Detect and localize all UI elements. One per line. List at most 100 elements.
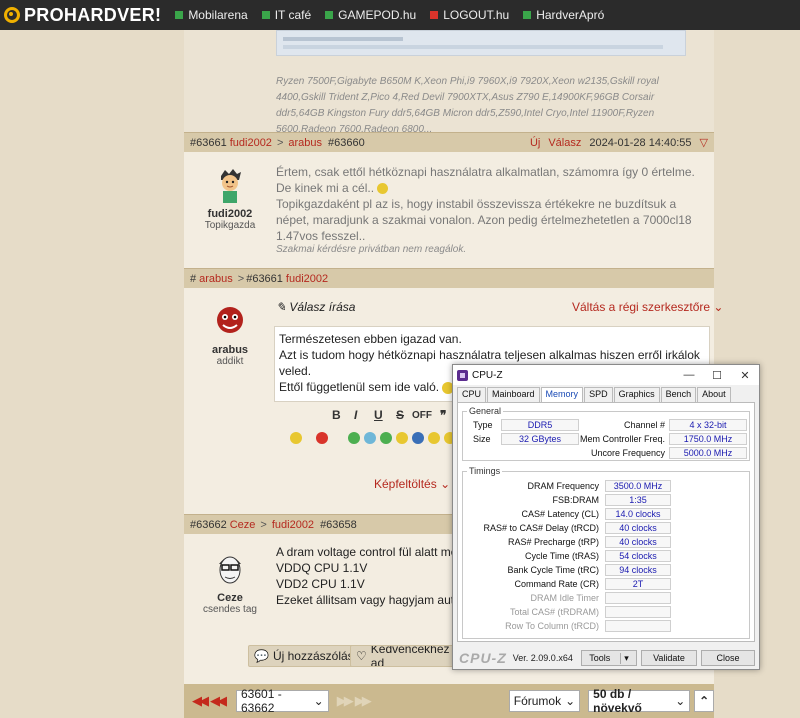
chevron-down-icon[interactable]: ▽ bbox=[700, 136, 708, 149]
reply-user: arabus addikt bbox=[184, 302, 276, 367]
timing-label: FSB:DRAM bbox=[552, 495, 599, 505]
nav-link-itcafe[interactable]: IT café bbox=[261, 8, 311, 22]
alien-smiley-icon[interactable] bbox=[348, 432, 360, 444]
first-page-icon[interactable]: ◀◀ bbox=[192, 693, 209, 709]
timing-value: 1:35 bbox=[605, 494, 671, 506]
post-number[interactable]: #63662 bbox=[190, 519, 227, 531]
smiley-icon[interactable] bbox=[428, 432, 440, 444]
reply-to-link[interactable]: fudi2002 bbox=[272, 519, 314, 531]
channel-label: Channel # bbox=[623, 420, 665, 430]
minimize-icon[interactable]: — bbox=[675, 369, 703, 382]
username[interactable]: arabus bbox=[184, 344, 276, 356]
chevron-down-icon: ⌄ bbox=[713, 300, 724, 314]
post-author-link[interactable]: Ceze bbox=[230, 519, 256, 531]
avatar[interactable] bbox=[213, 302, 247, 342]
forum-select[interactable]: Fórumok ⌄ bbox=[508, 690, 581, 712]
user-title: addikt bbox=[216, 356, 244, 367]
pencil-icon: ✎ bbox=[276, 300, 287, 314]
angry-smiley-icon[interactable] bbox=[316, 432, 328, 444]
cpuz-window: CPU-Z — ☐ ✕ CPU Mainboard Memory SPD Gra… bbox=[452, 364, 760, 670]
quote-button[interactable]: ❞ bbox=[440, 408, 446, 422]
tab-about[interactable]: About bbox=[697, 387, 731, 402]
cpuz-titlebar[interactable]: CPU-Z — ☐ ✕ bbox=[453, 365, 759, 385]
nav-link-gamepod[interactable]: GAMEPOD.hu bbox=[325, 8, 416, 22]
nav-link-logout[interactable]: LOGOUT.hu bbox=[430, 8, 509, 22]
general-group-label: General bbox=[467, 406, 504, 416]
cpuz-version: Ver. 2.09.0.x64 bbox=[512, 653, 573, 663]
per-page-select[interactable]: 50 db / növekvő ⌄ bbox=[588, 687, 691, 715]
timing-value bbox=[605, 606, 671, 618]
switch-editor-link[interactable]: Váltás a régi szerkesztőre ⌄ bbox=[572, 300, 723, 314]
bold-button[interactable]: B bbox=[332, 408, 341, 422]
chevron-down-icon: ⌄ bbox=[565, 694, 576, 708]
reply-post-number[interactable]: #63658 bbox=[320, 519, 357, 531]
reply-to-link[interactable]: arabus bbox=[288, 137, 322, 149]
timing-label: Row To Column (tRCD) bbox=[505, 621, 599, 631]
smiley-icon[interactable] bbox=[290, 432, 302, 444]
smiley-icon[interactable] bbox=[364, 432, 376, 444]
reply-post-number[interactable]: #63660 bbox=[328, 137, 365, 149]
timing-label: DRAM Frequency bbox=[527, 481, 599, 491]
cpuz-app-icon bbox=[457, 369, 468, 381]
tab-mainboard[interactable]: Mainboard bbox=[487, 387, 540, 402]
italic-button[interactable]: I bbox=[354, 408, 357, 422]
nav-link-mobilarena[interactable]: Mobilarena bbox=[175, 8, 248, 22]
post-header: #63661 fudi2002 > arabus #63660 Új Válas… bbox=[184, 132, 714, 152]
site-logo[interactable]: PROHARDVER! bbox=[0, 5, 161, 26]
page-range-select[interactable]: 63601 - 63662 ⌄ bbox=[236, 687, 329, 715]
tab-bench[interactable]: Bench bbox=[660, 387, 697, 402]
square-icon bbox=[175, 11, 184, 19]
tab-spd[interactable]: SPD bbox=[584, 387, 613, 402]
tab-cpu[interactable]: CPU bbox=[457, 387, 487, 402]
timings-group: Timings DRAM Frequency 3500.0 MHz FSB:DR… bbox=[462, 466, 750, 639]
type-value: DDR5 bbox=[501, 419, 579, 431]
size-value: 32 GBytes bbox=[501, 433, 579, 445]
close-button[interactable]: Close bbox=[701, 650, 755, 666]
window-controls: — ☐ ✕ bbox=[675, 369, 759, 382]
smiley-icon[interactable] bbox=[412, 432, 424, 444]
speech-bubble-icon: 💬 bbox=[254, 649, 269, 663]
timing-label: Bank Cycle Time (tRC) bbox=[507, 565, 599, 575]
username[interactable]: fudi2002 bbox=[184, 208, 276, 220]
maximize-icon[interactable]: ☐ bbox=[703, 369, 731, 382]
reply-to-link[interactable]: arabus bbox=[199, 273, 233, 285]
tab-graphics[interactable]: Graphics bbox=[613, 387, 660, 402]
logo-text: PROHARDVER! bbox=[24, 4, 162, 25]
smiley-icon[interactable] bbox=[396, 432, 408, 444]
uncore-value: 5000.0 MHz bbox=[669, 447, 747, 459]
scroll-top-button[interactable]: ⌃ bbox=[694, 690, 714, 712]
smiley-icon[interactable] bbox=[380, 432, 392, 444]
avatar[interactable] bbox=[213, 166, 247, 206]
reply-arrow-icon: > bbox=[276, 136, 284, 149]
reply-post-number[interactable]: #63661 bbox=[246, 273, 283, 285]
add-favorite-button[interactable]: ♡ Kedvencekhez ad bbox=[350, 645, 454, 667]
top-navbar: PROHARDVER! Mobilarena IT café GAMEPOD.h… bbox=[0, 0, 800, 30]
post-number[interactable]: #63661 bbox=[190, 137, 227, 149]
timing-label: RAS# to CAS# Delay (tRCD) bbox=[483, 523, 599, 533]
new-post-button[interactable]: 💬 Új hozzászólás bbox=[248, 645, 360, 667]
new-post-link[interactable]: Új bbox=[530, 137, 540, 149]
tab-memory[interactable]: Memory bbox=[540, 387, 584, 403]
nav-link-hardverapro[interactable]: HardverApró bbox=[523, 8, 604, 22]
tools-button[interactable]: Tools ▾ bbox=[581, 650, 637, 666]
underline-button[interactable]: U bbox=[374, 408, 383, 422]
signature-text: Ryzen 7500F,Gigabyte B650M K,Xeon Phi,i9… bbox=[276, 76, 659, 135]
chevron-down-icon: ⌄ bbox=[313, 694, 324, 708]
username[interactable]: Ceze bbox=[184, 592, 276, 604]
prev-page-icon[interactable]: ◀◀ bbox=[210, 693, 227, 709]
image-upload-link[interactable]: Képfeltöltés ⌄ bbox=[374, 477, 450, 491]
off-button[interactable]: OFF bbox=[412, 410, 432, 421]
timing-value: 40 clocks bbox=[605, 536, 671, 548]
memctrl-label: Mem Controller Freq. bbox=[579, 434, 665, 444]
post-author-link[interactable]: fudi2002 bbox=[230, 137, 272, 149]
timing-label: Cycle Time (tRAS) bbox=[524, 551, 599, 561]
avatar[interactable] bbox=[213, 550, 247, 590]
reply-author-link[interactable]: fudi2002 bbox=[286, 273, 328, 285]
reply-link[interactable]: Válasz bbox=[548, 137, 581, 149]
close-icon[interactable]: ✕ bbox=[731, 369, 759, 382]
strike-button[interactable]: S bbox=[396, 408, 404, 422]
reply-arrow-icon: > bbox=[260, 518, 267, 531]
cpuz-title: CPU-Z bbox=[472, 369, 503, 381]
message-line: Topikgazdaként pl az is, hogy instabil ö… bbox=[276, 197, 692, 243]
validate-button[interactable]: Validate bbox=[641, 650, 697, 666]
